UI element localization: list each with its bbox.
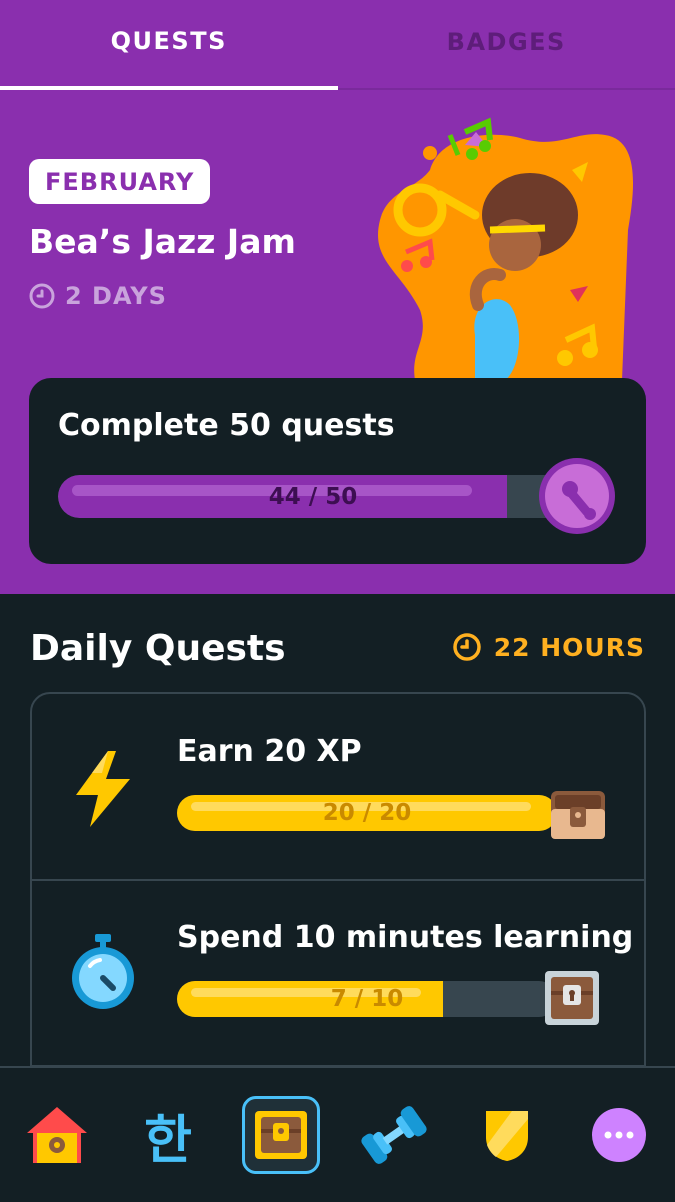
- daily-time-left: 22 HOURS: [452, 632, 645, 662]
- league-shield-icon: [482, 1107, 532, 1163]
- lightning-icon: [68, 749, 138, 829]
- event-days-text: 2 DAYS: [65, 282, 167, 310]
- clock-icon: [29, 283, 55, 309]
- chest-locked-icon: [543, 969, 601, 1027]
- quest-row[interactable]: Spend 10 minutes learning 7 / 10: [32, 880, 644, 1067]
- quests-chest-icon: [253, 1107, 309, 1163]
- quest-label: Earn 20 XP: [177, 734, 362, 769]
- tab-badges[interactable]: BADGES: [338, 0, 675, 90]
- event-time-left: 2 DAYS: [29, 282, 167, 310]
- jazz-character-illustration: [360, 110, 660, 395]
- clock-icon: [452, 632, 482, 662]
- language-icon: 한: [144, 1098, 192, 1173]
- stopwatch-icon: [68, 932, 138, 1012]
- month-badge: FEBRUARY: [29, 159, 210, 204]
- nav-more[interactable]: [580, 1096, 658, 1174]
- daily-quests-title: Daily Quests: [30, 628, 286, 669]
- practice-dumbbell-icon: [359, 1105, 429, 1165]
- quest-progress-bar: 7 / 10: [177, 981, 557, 1017]
- daily-quests-card: Earn 20 XP 20 / 20 Spend 10 minutes lear…: [30, 692, 646, 1096]
- home-icon: [25, 1105, 89, 1165]
- monthly-progress-bar: 44 / 50: [58, 475, 568, 518]
- tab-quests[interactable]: QUESTS: [0, 0, 338, 90]
- nav-language[interactable]: 한: [129, 1096, 207, 1174]
- quest-progress-text: 7 / 10: [177, 981, 557, 1017]
- monthly-challenge-card[interactable]: Complete 50 quests 44 / 50: [29, 378, 646, 564]
- daily-hours-text: 22 HOURS: [494, 633, 645, 662]
- nav-home[interactable]: [18, 1096, 96, 1174]
- nav-quests[interactable]: [242, 1096, 320, 1174]
- nav-leagues[interactable]: [468, 1096, 546, 1174]
- nav-practice[interactable]: [355, 1096, 433, 1174]
- quest-progress-bar: 20 / 20: [177, 795, 557, 831]
- tab-bar: QUESTS BADGES: [0, 0, 675, 90]
- chest-open-icon: [549, 785, 607, 843]
- more-icon: [591, 1107, 647, 1163]
- event-title: Bea’s Jazz Jam: [29, 222, 296, 261]
- quest-label: Spend 10 minutes learning: [177, 920, 633, 955]
- quest-progress-text: 20 / 20: [177, 795, 557, 831]
- monthly-quest-label: Complete 50 quests: [58, 408, 395, 443]
- quest-row[interactable]: Earn 20 XP 20 / 20: [32, 694, 644, 881]
- bottom-nav: 한: [0, 1066, 675, 1202]
- trumpet-medal-icon: [537, 456, 617, 536]
- monthly-progress-text: 44 / 50: [58, 475, 568, 518]
